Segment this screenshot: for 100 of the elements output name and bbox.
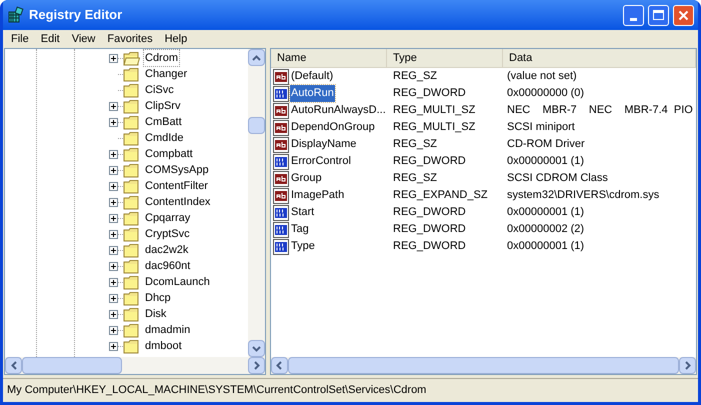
expand-icon[interactable] — [109, 182, 118, 190]
caret-up-icon — [252, 54, 261, 60]
tree-item[interactable]: Changer — [144, 66, 188, 82]
tree-item[interactable]: Cpqarray — [144, 210, 192, 226]
expand-icon[interactable] — [109, 310, 118, 318]
column-header[interactable]: Data — [503, 49, 696, 67]
expand-icon[interactable] — [109, 102, 118, 110]
value-name[interactable]: Type — [290, 238, 316, 255]
value-data: 0x00000001 (1) — [506, 239, 584, 254]
folder-icon — [123, 274, 140, 290]
tree-item[interactable]: Disk — [144, 306, 168, 322]
value-data: SCSI miniport — [506, 120, 575, 136]
horizontal-scrollbar[interactable] — [5, 357, 265, 374]
tree-item[interactable]: dac2w2k — [144, 242, 190, 258]
scroll-down-button[interactable] — [248, 340, 265, 357]
menu-item[interactable]: View — [66, 30, 102, 48]
value-name[interactable]: ImagePath — [290, 187, 346, 204]
binary-value-icon — [273, 204, 289, 220]
folder-icon — [123, 322, 140, 338]
scroll-left-button[interactable] — [271, 357, 288, 374]
close-icon — [678, 10, 689, 20]
value-name[interactable]: (Default) — [290, 68, 334, 85]
expand-icon[interactable] — [109, 326, 118, 334]
value-name[interactable]: ErrorControl — [290, 153, 352, 170]
value-name[interactable]: Tag — [290, 221, 310, 238]
tree-item[interactable]: dac960nt — [144, 258, 192, 274]
value-type: REG_SZ — [392, 171, 438, 186]
tree-item[interactable]: Dhcp — [144, 290, 172, 306]
value-data: SCSI CDROM Class — [506, 171, 608, 186]
value-data: CD-ROM Driver — [506, 137, 585, 152]
expand-icon[interactable] — [109, 166, 118, 174]
vertical-scrollbar[interactable] — [248, 49, 265, 357]
value-name[interactable]: Group — [290, 170, 323, 187]
value-data: 0x00000001 (1) — [506, 205, 584, 220]
string-value-icon — [273, 136, 289, 152]
expand-icon[interactable] — [109, 214, 118, 222]
expand-icon[interactable] — [109, 278, 118, 286]
tree-item[interactable]: CryptSvc — [144, 226, 191, 242]
tree-item[interactable]: ContentFilter — [144, 178, 209, 194]
value-type: REG_DWORD — [392, 222, 467, 238]
value-type: REG_SZ — [392, 137, 438, 152]
tree-item[interactable]: Compbatt — [144, 146, 194, 162]
value-name[interactable]: DisplayName — [290, 136, 358, 153]
folder-icon — [123, 338, 140, 354]
menu-item[interactable]: File — [5, 30, 35, 48]
value-name[interactable]: Start — [290, 204, 316, 221]
menu-item[interactable]: Edit — [34, 30, 66, 48]
tree-item[interactable]: COMSysApp — [144, 162, 210, 178]
tree-item[interactable]: ClipSrv — [144, 98, 182, 114]
tree-item[interactable]: CmBatt — [144, 114, 183, 130]
tree-item[interactable]: DcomLaunch — [144, 274, 211, 290]
caret-left-icon — [276, 361, 282, 370]
value-type: REG_MULTI_SZ — [392, 120, 476, 136]
caret-right-icon — [254, 361, 260, 370]
folder-icon — [123, 114, 140, 130]
folder-icon — [123, 130, 140, 146]
tree-item[interactable]: CmdIde — [144, 130, 185, 146]
expand-icon[interactable] — [109, 262, 118, 270]
value-name[interactable]: DependOnGroup — [290, 119, 376, 136]
close-button[interactable] — [673, 4, 694, 26]
tree-item[interactable]: CiSvc — [144, 82, 175, 98]
value-type: REG_DWORD — [392, 205, 467, 220]
folder-icon — [123, 258, 140, 274]
string-value-icon — [273, 68, 289, 84]
minimize-button[interactable] — [623, 4, 644, 26]
folder-icon — [123, 178, 140, 194]
scroll-right-button[interactable] — [679, 357, 696, 374]
folder-icon — [123, 306, 140, 322]
value-type: REG_DWORD — [392, 86, 467, 102]
value-data: system32\DRIVERS\cdrom.sys — [506, 188, 660, 204]
scroll-left-button[interactable] — [5, 357, 22, 374]
folder-icon — [123, 82, 140, 98]
value-data: 0x00000000 (0) — [506, 86, 584, 102]
tree-item[interactable]: dmadmin — [144, 322, 192, 338]
expand-icon[interactable] — [109, 198, 118, 206]
scroll-up-button[interactable] — [248, 49, 265, 66]
tree-item[interactable]: Cdrom — [144, 50, 180, 66]
tree-item[interactable]: ContentIndex — [144, 194, 212, 210]
expand-icon[interactable] — [109, 54, 118, 62]
column-header[interactable]: Name — [271, 49, 387, 67]
expand-icon[interactable] — [109, 342, 118, 350]
value-name[interactable]: AutoRunAlwaysD... — [290, 102, 387, 119]
scroll-thumb[interactable] — [248, 117, 265, 134]
maximize-button[interactable] — [648, 4, 669, 26]
folder-icon — [123, 66, 140, 82]
tree-item[interactable]: dmboot — [144, 338, 183, 354]
scroll-thumb[interactable] — [22, 357, 122, 374]
folder-icon — [123, 98, 140, 114]
scroll-right-button[interactable] — [248, 357, 265, 374]
expand-icon[interactable] — [109, 294, 118, 302]
column-header[interactable]: Type — [387, 49, 503, 67]
binary-value-icon — [273, 86, 289, 102]
menu-item[interactable]: Favorites — [101, 30, 159, 48]
expand-icon[interactable] — [109, 246, 118, 254]
expand-icon[interactable] — [109, 118, 118, 126]
menu-item[interactable]: Help — [158, 30, 194, 48]
expand-icon[interactable] — [109, 150, 118, 158]
expand-icon[interactable] — [109, 230, 118, 238]
folder-icon — [123, 146, 140, 162]
value-name[interactable]: AutoRun — [290, 85, 335, 102]
